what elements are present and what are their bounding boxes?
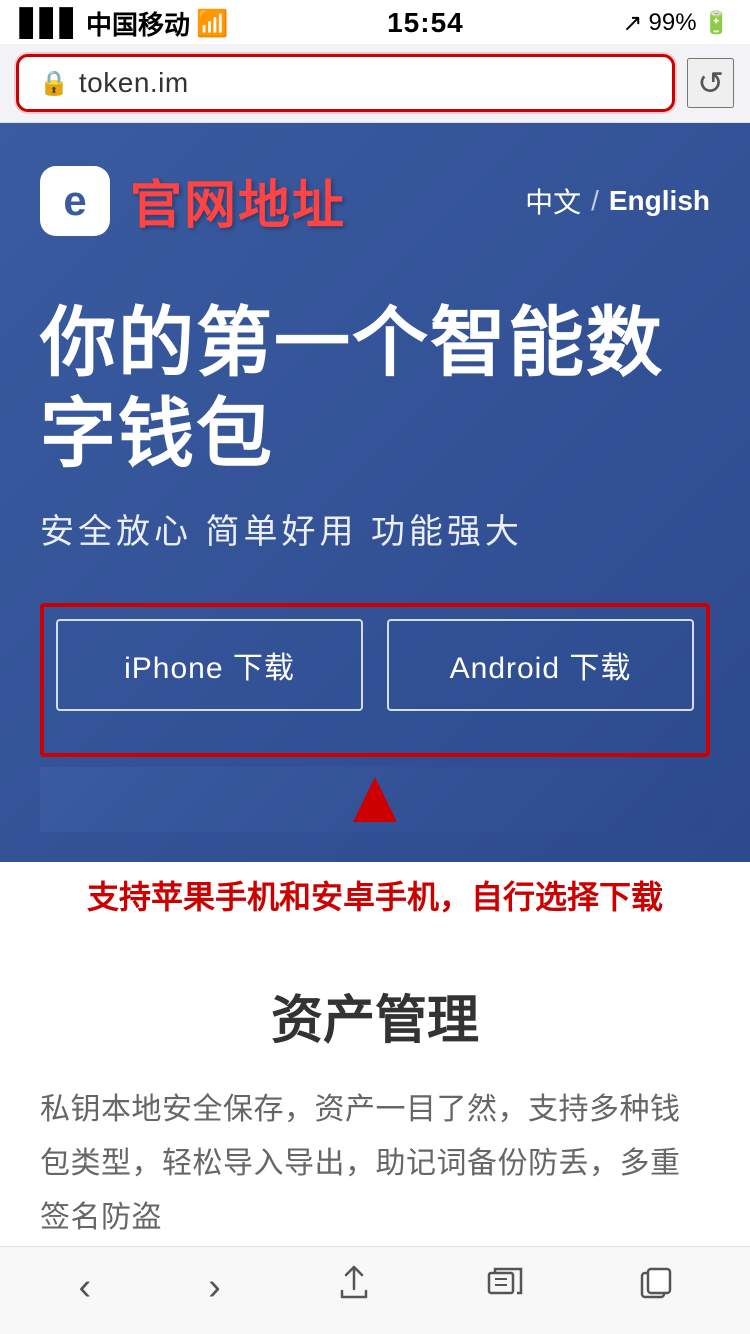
lang-chinese[interactable]: 中文 bbox=[525, 181, 581, 221]
hero-title: 你的第一个智能数字钱包 bbox=[40, 298, 710, 480]
location-icon: ↗ bbox=[622, 9, 642, 38]
back-button[interactable]: ‹ bbox=[62, 1260, 107, 1315]
section-description: 私钥本地安全保存，资产一目了然，支持多种钱包类型，轻松导入导出，助记词备份防丢，… bbox=[40, 1083, 710, 1245]
annotation-text: 支持苹果手机和安卓手机，自行选择下载 bbox=[0, 862, 750, 938]
hero-subtitle: 安全放心 简单好用 功能强大 bbox=[40, 504, 710, 553]
browser-bar: 🔒 token.im ↺ bbox=[0, 44, 750, 123]
share-button[interactable] bbox=[322, 1259, 386, 1317]
logo-area: e 官网地址 bbox=[40, 163, 346, 238]
refresh-button[interactable]: ↺ bbox=[687, 58, 734, 108]
status-left: ▋▋▋ 中国移动 📶 bbox=[20, 5, 228, 42]
status-time: 15:54 bbox=[387, 7, 464, 39]
asset-section: 资产管理 私钥本地安全保存，资产一目了然，支持多种钱包类型，轻松导入导出，助记词… bbox=[0, 938, 750, 1275]
lang-english[interactable]: English bbox=[609, 185, 710, 217]
download-buttons: iPhone 下载 Android 下载 bbox=[56, 619, 694, 711]
arrow-annotation bbox=[40, 767, 710, 832]
status-right: ↗ 99% 🔋 bbox=[622, 9, 730, 38]
page-header: e 官网地址 中文 / English bbox=[40, 163, 710, 238]
iphone-download-button[interactable]: iPhone 下载 bbox=[56, 619, 363, 711]
tabs-button[interactable] bbox=[624, 1260, 688, 1315]
signal-bars: ▋▋▋ bbox=[20, 8, 80, 39]
android-download-button[interactable]: Android 下载 bbox=[387, 619, 694, 711]
lang-divider: / bbox=[591, 185, 599, 217]
lock-icon: 🔒 bbox=[39, 69, 69, 98]
site-title: 官网地址 bbox=[130, 163, 346, 238]
download-buttons-wrapper: iPhone 下载 Android 下载 bbox=[40, 603, 710, 757]
section-title: 资产管理 bbox=[40, 978, 710, 1053]
url-text: token.im bbox=[79, 67, 189, 99]
forward-button[interactable]: › bbox=[192, 1260, 237, 1315]
wifi-icon: 📶 bbox=[196, 8, 228, 39]
bookmarks-button[interactable] bbox=[471, 1260, 539, 1315]
hero-section: 你的第一个智能数字钱包 安全放心 简单好用 功能强大 bbox=[40, 298, 710, 553]
battery-percentage: 99% bbox=[649, 9, 697, 37]
arrow-up-icon bbox=[353, 777, 397, 822]
logo-letter: e bbox=[63, 177, 86, 225]
status-bar: ▋▋▋ 中国移动 📶 15:54 ↗ 99% 🔋 bbox=[0, 0, 750, 44]
carrier-name: 中国移动 bbox=[86, 5, 190, 42]
main-content: e 官网地址 中文 / English 你的第一个智能数字钱包 安全放心 简单好… bbox=[0, 123, 750, 862]
app-logo: e bbox=[40, 166, 110, 236]
bottom-navigation: ‹ › bbox=[0, 1246, 750, 1334]
address-bar[interactable]: 🔒 token.im bbox=[16, 54, 675, 112]
language-switcher: 中文 / English bbox=[525, 181, 710, 221]
battery-icon: 🔋 bbox=[703, 10, 730, 36]
